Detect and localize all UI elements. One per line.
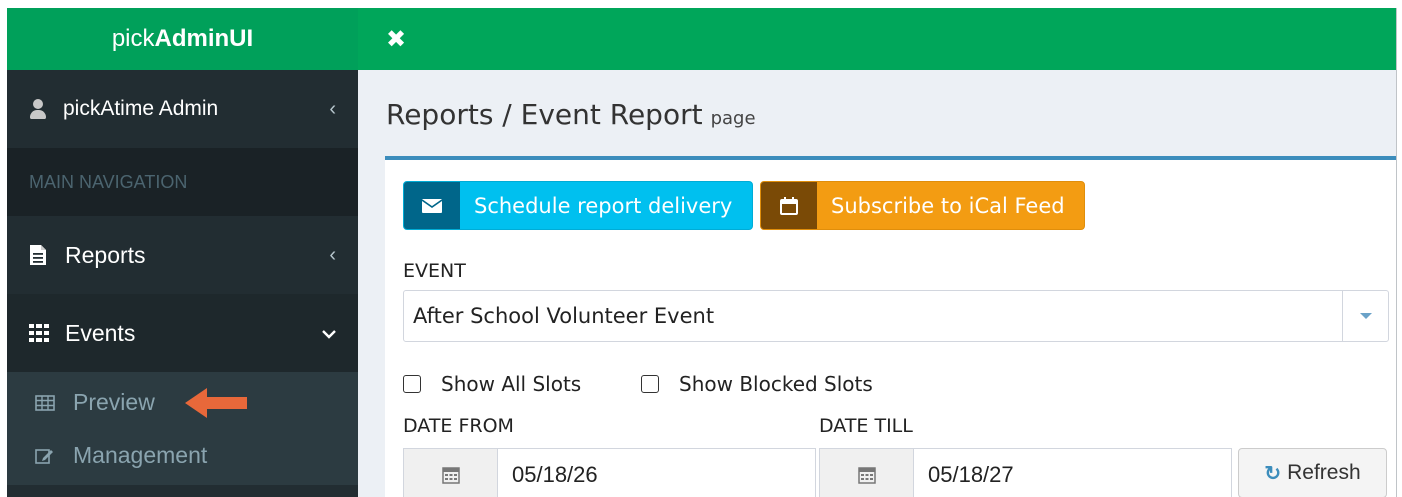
report-box: Schedule report delivery Subscribe to iC…	[385, 156, 1397, 497]
show-all-slots-checkbox[interactable]: Show All Slots	[403, 372, 581, 396]
ical-label: Subscribe to iCal Feed	[831, 193, 1065, 218]
edit-icon	[35, 447, 55, 465]
chevron-left-icon: ‹	[329, 243, 336, 266]
sidebar-item-label: Events	[65, 319, 136, 346]
grid-icon	[29, 324, 49, 342]
user-icon	[29, 99, 47, 119]
event-select-toggle[interactable]	[1342, 291, 1388, 341]
show-blocked-slots-checkbox[interactable]: Show Blocked Slots	[641, 372, 873, 396]
user-panel[interactable]: pickAtime Admin ‹	[7, 70, 358, 148]
calendar-icon	[761, 182, 817, 229]
calendar-grid-icon[interactable]	[819, 448, 914, 497]
logo-bold: AdminUI	[154, 25, 254, 52]
table-icon	[35, 394, 55, 411]
date-till-group: 05/18/27	[819, 448, 1232, 497]
app-logo[interactable]: pick AdminUI	[7, 8, 358, 70]
date-from-group: 05/18/26	[403, 448, 816, 497]
date-from-label: DATE FROM	[403, 415, 514, 437]
date-from-input[interactable]: 05/18/26	[498, 448, 816, 497]
caret-down-icon	[1359, 313, 1372, 319]
page-title: Reports / Event Report page	[386, 98, 756, 131]
calendar-grid-icon[interactable]	[403, 448, 498, 497]
submenu-item-label: Preview	[73, 389, 155, 415]
file-text-icon	[29, 244, 49, 266]
sidebar-item-reports[interactable]: Reports ‹	[7, 216, 358, 294]
refresh-label: Refresh	[1287, 461, 1361, 484]
nav-header: MAIN NAVIGATION	[7, 148, 358, 216]
checkbox-box[interactable]	[641, 375, 659, 393]
event-select-value: After School Volunteer Event	[413, 304, 715, 328]
arrow-pointer-icon	[183, 386, 249, 426]
top-navbar: ✖	[358, 8, 1396, 70]
schedule-label: Schedule report delivery	[474, 193, 733, 218]
refresh-button[interactable]: ↻ Refresh	[1238, 448, 1387, 497]
schedule-report-button[interactable]: Schedule report delivery	[403, 181, 753, 230]
event-select[interactable]: After School Volunteer Event	[403, 290, 1389, 342]
refresh-icon: ↻	[1264, 462, 1282, 485]
window-edge	[1396, 8, 1397, 497]
close-icon[interactable]: ✖	[386, 25, 406, 53]
show-all-slots-label: Show All Slots	[441, 372, 582, 396]
sidebar-item-label: Reports	[65, 241, 146, 268]
submenu-item-label: Management	[73, 442, 208, 468]
events-submenu: Preview Management	[7, 372, 358, 485]
date-till-input[interactable]: 05/18/27	[914, 448, 1232, 497]
page-title-text: Reports / Event Report	[386, 98, 703, 131]
subscribe-ical-button[interactable]: Subscribe to iCal Feed	[760, 181, 1085, 230]
logo-light: pick	[111, 25, 155, 52]
envelope-icon	[404, 182, 460, 229]
content-area: Reports / Event Report page Schedule repo…	[358, 70, 1397, 497]
chevron-left-icon: ‹	[329, 97, 336, 120]
chevron-down-icon	[322, 323, 336, 344]
event-label: EVENT	[403, 260, 466, 282]
submenu-item-management[interactable]: Management	[7, 429, 358, 482]
page-subtitle: page	[710, 108, 756, 129]
sidebar: pick AdminUI pickAtime Admin ‹ MAIN NAVIG…	[7, 8, 358, 497]
submenu-item-preview[interactable]: Preview	[7, 376, 358, 429]
date-till-label: DATE TILL	[819, 415, 913, 437]
checkbox-box[interactable]	[403, 375, 421, 393]
sidebar-item-events[interactable]: Events	[7, 294, 358, 372]
show-blocked-slots-label: Show Blocked Slots	[679, 372, 873, 396]
user-name: pickAtime Admin	[63, 97, 219, 120]
